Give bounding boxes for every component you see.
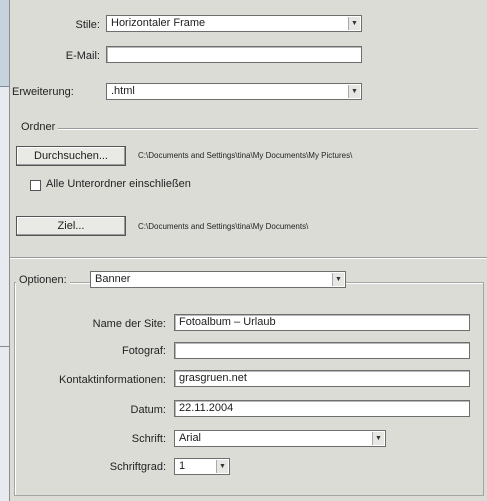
include-subfolders-label: Alle Unterordner einschließen: [46, 178, 191, 190]
extension-value: .html: [111, 85, 135, 97]
target-button[interactable]: Ziel...: [16, 216, 126, 236]
date-field[interactable]: 22.11.2004: [174, 400, 470, 417]
divider: [0, 346, 9, 347]
folders-section-label: Ordner: [21, 121, 56, 133]
web-photo-gallery-dialog: Stile: Horizontaler Frame ▼ E-Mail: Erwe…: [9, 0, 487, 501]
section-separator: [10, 257, 487, 258]
style-value: Horizontaler Frame: [111, 17, 206, 29]
font-label: Schrift:: [131, 433, 166, 445]
date-label: Datum:: [130, 404, 166, 416]
browse-button[interactable]: Durchsuchen...: [16, 146, 126, 166]
extension-select[interactable]: .html ▼: [106, 83, 362, 100]
target-path: C:\Documents and Settings\tina\My Docume…: [138, 222, 309, 231]
extension-label: Erweiterung:: [12, 86, 74, 98]
style-select[interactable]: Horizontaler Frame ▼: [106, 15, 362, 32]
font-size-value: 1: [179, 460, 186, 472]
options-select[interactable]: Banner ▼: [90, 271, 346, 288]
chevron-down-icon[interactable]: ▼: [348, 85, 360, 98]
font-size-select[interactable]: 1 ▼: [174, 458, 230, 475]
site-name-field[interactable]: Fotoalbum – Urlaub: [174, 314, 470, 331]
email-field[interactable]: [106, 46, 362, 63]
font-value: Arial: [179, 432, 202, 444]
chevron-down-icon[interactable]: ▼: [332, 273, 344, 286]
chevron-down-icon[interactable]: ▼: [348, 17, 360, 30]
folders-divider: [58, 128, 478, 129]
site-name-label: Name der Site:: [92, 318, 166, 330]
contact-field[interactable]: grasgruen.net: [174, 370, 470, 387]
font-select[interactable]: Arial ▼: [174, 430, 386, 447]
font-size-label: Schriftgrad:: [109, 461, 166, 473]
style-label: Stile:: [75, 19, 100, 31]
chevron-down-icon[interactable]: ▼: [216, 460, 228, 473]
source-path: C:\Documents and Settings\tina\My Docume…: [138, 151, 353, 160]
photographer-field[interactable]: [174, 342, 470, 359]
options-value: Banner: [95, 273, 131, 285]
contact-label: Kontaktinformationen:: [58, 374, 166, 386]
include-subfolders-checkbox[interactable]: [30, 180, 41, 191]
options-label: Optionen:: [16, 274, 70, 286]
chevron-down-icon[interactable]: ▼: [372, 432, 384, 445]
photographer-label: Fotograf:: [121, 345, 166, 357]
email-label: E-Mail:: [65, 50, 100, 62]
